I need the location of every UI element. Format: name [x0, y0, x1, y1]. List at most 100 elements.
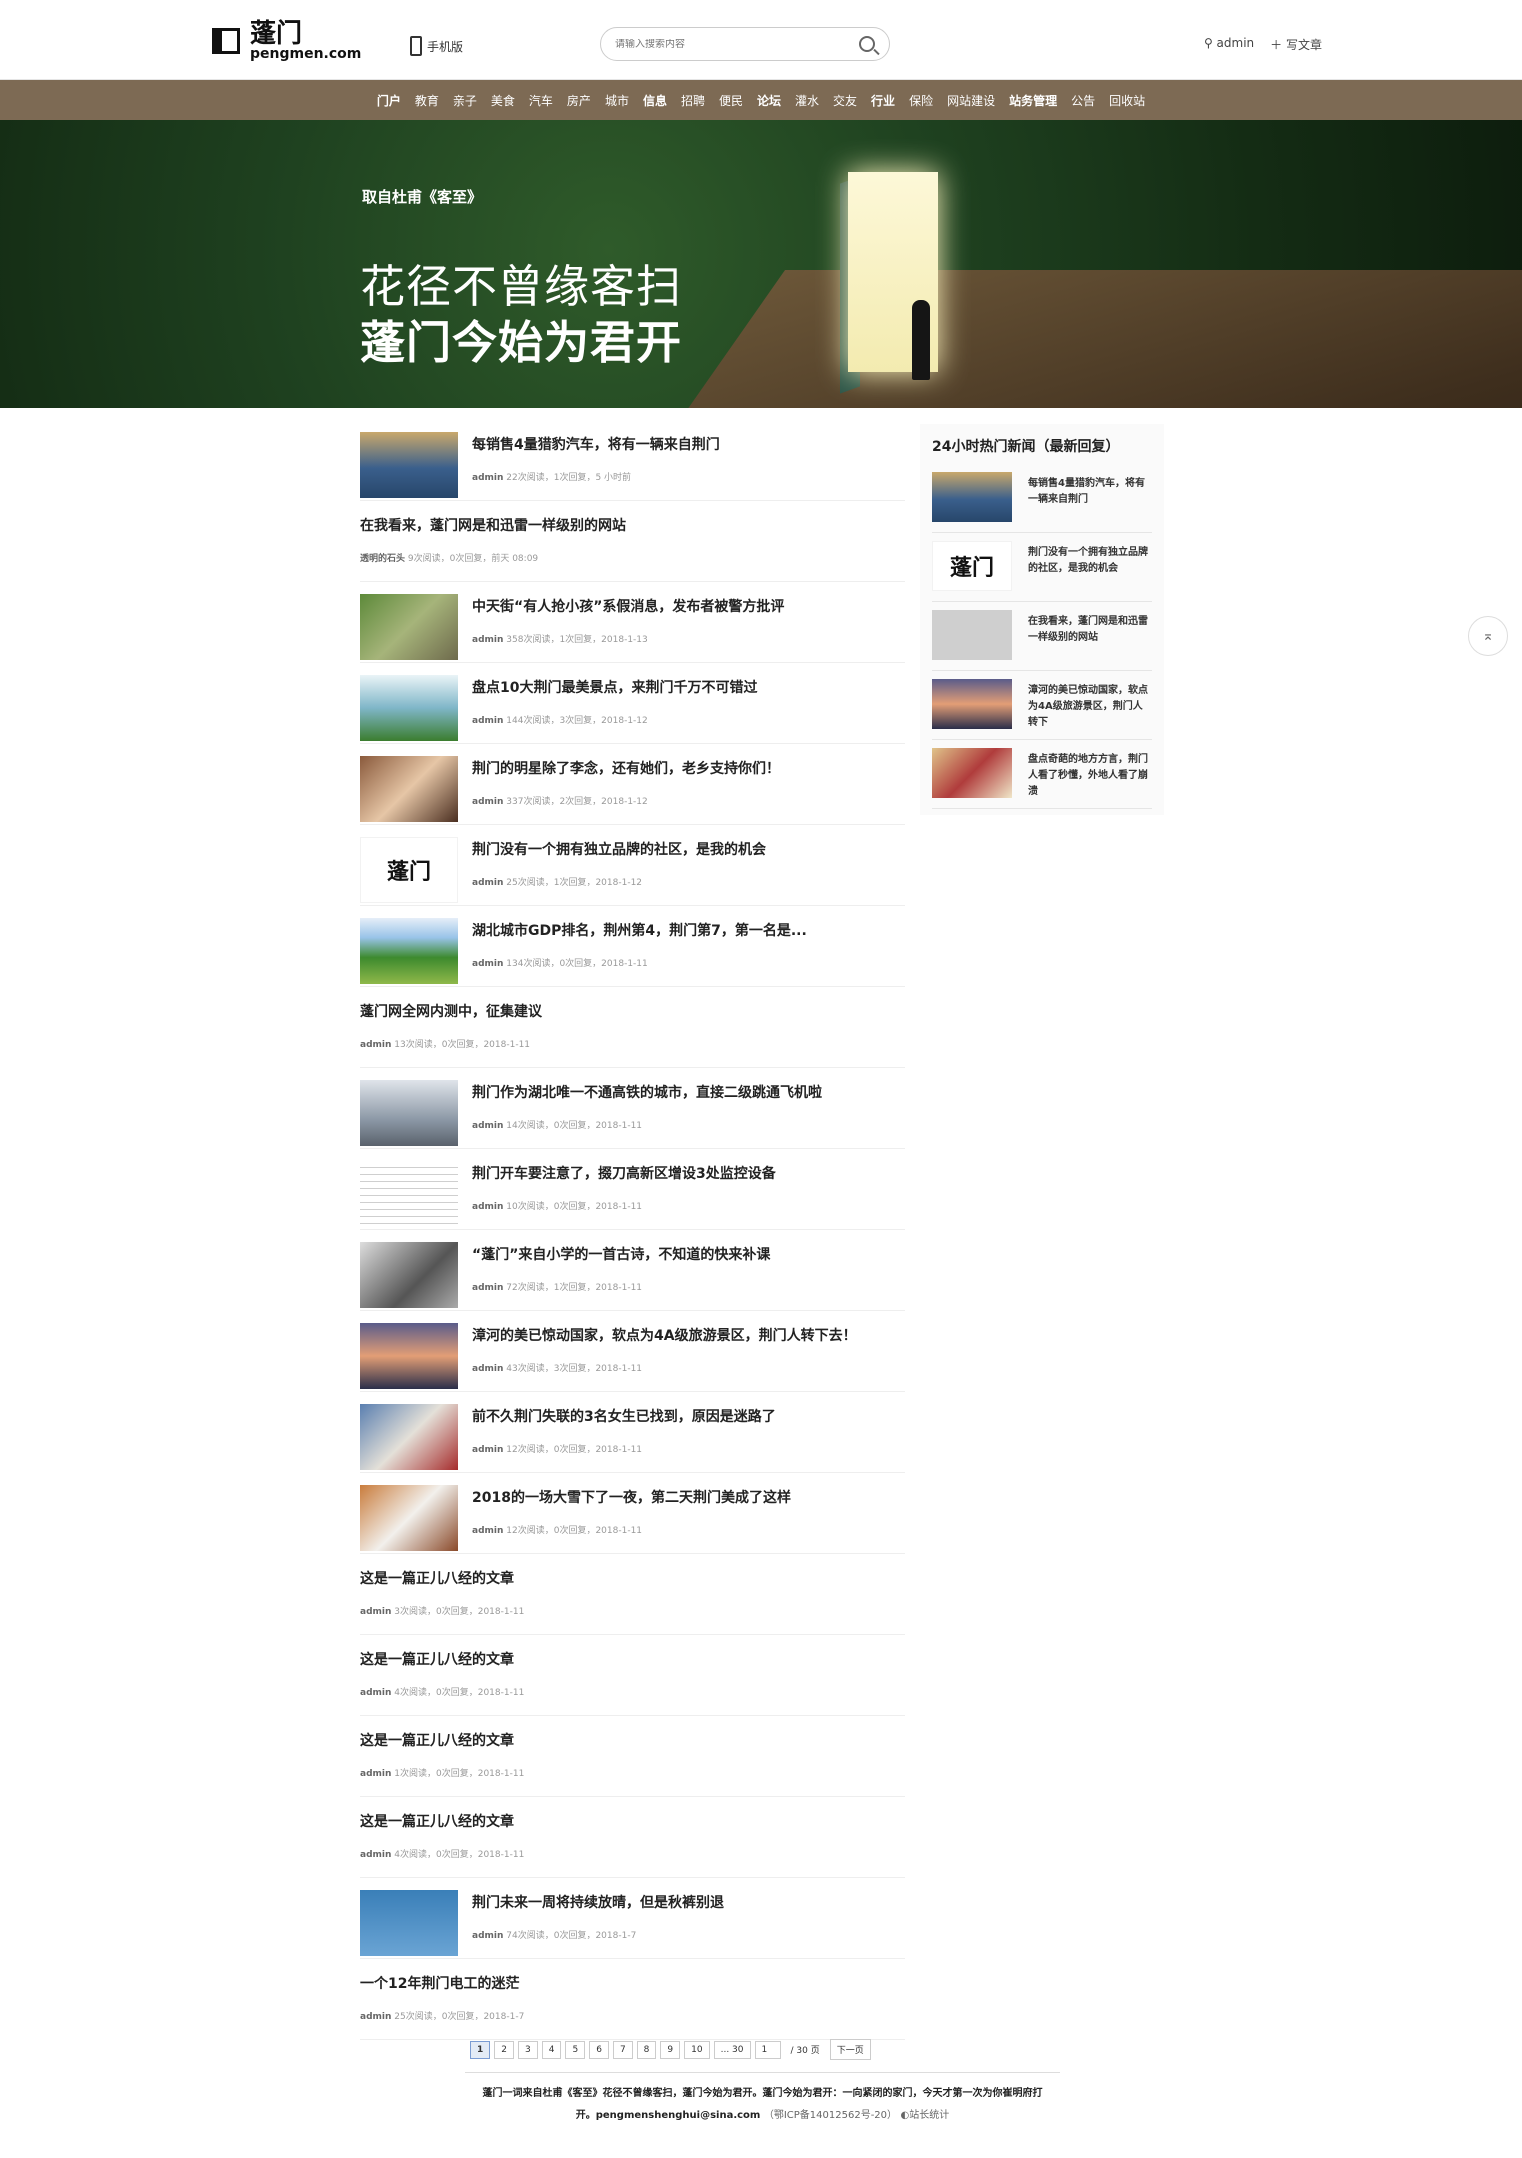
article-item[interactable]: 2018的一场大雪下了一夜，第二天荆门美成了这样 admin 12次阅读，0次回复…	[360, 1473, 905, 1554]
article-author[interactable]: admin	[472, 1283, 503, 1293]
article-item[interactable]: 前不久荆门失联的3名女生已找到，原因是迷路了 admin 12次阅读，0次回复，2…	[360, 1392, 905, 1473]
article-author[interactable]: admin	[360, 2012, 391, 2022]
nav-item[interactable]: 城市	[598, 92, 636, 109]
article-thumbnail[interactable]	[360, 1485, 458, 1551]
article-thumbnail[interactable]	[360, 1890, 458, 1956]
article-item[interactable]: 这是一篇正儿八经的文章 admin 4次阅读，0次回复，2018-1-11	[360, 1797, 905, 1878]
page-button[interactable]: ... 30	[713, 2040, 751, 2059]
article-thumbnail[interactable]	[360, 675, 458, 741]
article-title[interactable]: 2018的一场大雪下了一夜，第二天荆门美成了这样	[472, 1487, 791, 1507]
article-author[interactable]: admin	[472, 878, 503, 888]
page-button[interactable]: 7	[612, 2040, 633, 2059]
article-thumbnail[interactable]	[360, 1080, 458, 1146]
article-thumbnail[interactable]	[360, 1323, 458, 1389]
article-item[interactable]: 蓬门 荆门没有一个拥有独立品牌的社区，是我的机会 admin 25次阅读，1次回复，…	[360, 825, 905, 906]
sidebar-item-title[interactable]: 漳河的美已惊动国家，软点为4A级旅游景区，荆门人转下	[1028, 683, 1148, 731]
search-input[interactable]	[615, 38, 859, 50]
article-thumbnail[interactable]	[360, 1404, 458, 1470]
article-thumbnail[interactable]	[360, 918, 458, 984]
article-item[interactable]: 这是一篇正儿八经的文章 admin 4次阅读，0次回复，2018-1-11	[360, 1635, 905, 1716]
article-author[interactable]: admin	[360, 1688, 391, 1698]
page-button[interactable]: 10	[684, 2040, 710, 2059]
page-button[interactable]: 4	[541, 2040, 562, 2059]
icp-link[interactable]: （鄂ICP备14012562号-20）	[764, 2110, 897, 2121]
article-author[interactable]: admin	[360, 1040, 391, 1050]
article-item[interactable]: 每销售4量猎豹汽车，将有一辆来自荆门 admin 22次阅读，1次回复，5 小时前	[360, 420, 905, 501]
nav-item[interactable]: 交友	[826, 92, 864, 109]
article-item[interactable]: 盘点10大荆门最美景点，来荆门千万不可错过 admin 144次阅读，3次回复，2…	[360, 663, 905, 744]
article-title[interactable]: “蓬门”来自小学的一首古诗，不知道的快来补课	[472, 1244, 770, 1264]
nav-item[interactable]: 亲子	[446, 92, 484, 109]
article-title[interactable]: 荆门作为湖北唯一不通高铁的城市，直接二级跳通飞机啦	[472, 1082, 822, 1102]
article-item[interactable]: 荆门作为湖北唯一不通高铁的城市，直接二级跳通飞机啦 admin 14次阅读，0次回…	[360, 1068, 905, 1149]
page-input[interactable]: 1	[754, 2040, 781, 2059]
sidebar-item[interactable]: 盘点奇葩的地方方言，荆门人看了秒懂，外地人看了崩溃	[932, 740, 1152, 809]
sidebar-thumbnail[interactable]	[932, 472, 1012, 522]
sidebar-item-title[interactable]: 在我看来，蓬门网是和迅雷一样级别的网站	[1028, 614, 1148, 646]
sidebar-item[interactable]: 在我看来，蓬门网是和迅雷一样级别的网站	[932, 602, 1152, 671]
page-button[interactable]: 1	[470, 2040, 491, 2059]
nav-item[interactable]: 信息	[636, 92, 674, 109]
sidebar-thumbnail[interactable]	[932, 610, 1012, 660]
article-title[interactable]: 这是一篇正儿八经的文章	[360, 1649, 514, 1669]
article-author[interactable]: admin	[472, 716, 503, 726]
article-item[interactable]: 蓬门网全网内测中，征集建议 admin 13次阅读，0次回复，2018-1-11	[360, 987, 905, 1068]
article-item[interactable]: 漳河的美已惊动国家，软点为4A级旅游景区，荆门人转下去！ admin 43次阅读，…	[360, 1311, 905, 1392]
article-author[interactable]: admin	[472, 473, 503, 483]
article-item[interactable]: 荆门的明星除了李念，还有她们，老乡支持你们！ admin 337次阅读，2次回复，…	[360, 744, 905, 825]
article-title[interactable]: 一个12年荆门电工的迷茫	[360, 1973, 519, 1993]
nav-item[interactable]: 教育	[408, 92, 446, 109]
article-title[interactable]: 荆门没有一个拥有独立品牌的社区，是我的机会	[472, 839, 766, 859]
site-stat-link[interactable]: ◐站长统计	[901, 2110, 950, 2121]
article-thumbnail[interactable]	[360, 432, 458, 498]
page-button[interactable]: 6	[589, 2040, 609, 2059]
user-link[interactable]: ⚲ admin	[1204, 36, 1254, 53]
article-title[interactable]: 漳河的美已惊动国家，软点为4A级旅游景区，荆门人转下去！	[472, 1325, 857, 1345]
nav-item[interactable]: 公告	[1064, 92, 1102, 109]
article-item[interactable]: 湖北城市GDP排名，荆州第4，荆门第7，第一名是... admin 134次阅读，…	[360, 906, 905, 987]
page-button[interactable]: 9	[660, 2040, 681, 2059]
sidebar-thumbnail[interactable]	[932, 748, 1012, 798]
mobile-version-link[interactable]: 手机版	[410, 36, 463, 56]
article-author[interactable]: admin	[472, 959, 503, 969]
sidebar-item[interactable]: 漳河的美已惊动国家，软点为4A级旅游景区，荆门人转下	[932, 671, 1152, 740]
article-author[interactable]: admin	[472, 1445, 503, 1455]
article-item[interactable]: 在我看来，蓬门网是和迅雷一样级别的网站 透明的石头 9次阅读，0次回复，前天 08…	[360, 501, 905, 582]
article-title[interactable]: 湖北城市GDP排名，荆州第4，荆门第7，第一名是...	[472, 920, 807, 940]
nav-item[interactable]: 站务管理	[1002, 92, 1064, 109]
nav-item[interactable]: 灌水	[788, 92, 826, 109]
article-title[interactable]: 荆门的明星除了李念，还有她们，老乡支持你们！	[472, 758, 780, 778]
article-author[interactable]: admin	[472, 797, 503, 807]
article-author[interactable]: admin	[472, 1121, 503, 1131]
article-author[interactable]: admin	[472, 1202, 503, 1212]
sidebar-item[interactable]: 蓬门 荆门没有一个拥有独立品牌的社区，是我的机会	[932, 533, 1152, 602]
nav-item[interactable]: 招聘	[674, 92, 712, 109]
nav-item[interactable]: 回收站	[1102, 92, 1152, 109]
page-button[interactable]: 8	[636, 2040, 657, 2059]
article-author[interactable]: admin	[472, 635, 503, 645]
article-item[interactable]: 一个12年荆门电工的迷茫 admin 25次阅读，0次回复，2018-1-7	[360, 1959, 905, 2040]
page-button[interactable]: 2	[494, 2040, 514, 2059]
sidebar-item-title[interactable]: 盘点奇葩的地方方言，荆门人看了秒懂，外地人看了崩溃	[1028, 752, 1148, 800]
article-title[interactable]: 蓬门网全网内测中，征集建议	[360, 1001, 542, 1021]
page-button[interactable]: 5	[565, 2040, 586, 2059]
back-to-top-button[interactable]: ⌅	[1468, 616, 1508, 656]
article-title[interactable]: 每销售4量猎豹汽车，将有一辆来自荆门	[472, 434, 720, 454]
nav-item[interactable]: 汽车	[522, 92, 560, 109]
write-article-link[interactable]: ＋ 写文章	[1270, 36, 1322, 53]
article-author[interactable]: admin	[360, 1850, 391, 1860]
next-page-button[interactable]: 下一页	[829, 2039, 871, 2060]
article-author[interactable]: admin	[472, 1931, 503, 1941]
article-author[interactable]: admin	[360, 1769, 391, 1779]
search-icon[interactable]	[859, 36, 875, 52]
article-title[interactable]: 这是一篇正儿八经的文章	[360, 1568, 514, 1588]
article-title[interactable]: 荆门开车要注意了，掇刀高新区增设3处监控设备	[472, 1163, 776, 1183]
nav-item[interactable]: 保险	[902, 92, 940, 109]
nav-item[interactable]: 房产	[560, 92, 598, 109]
article-author[interactable]: 透明的石头	[360, 554, 405, 564]
article-title[interactable]: 中天街“有人抢小孩”系假消息，发布者被警方批评	[472, 596, 784, 616]
article-item[interactable]: 荆门开车要注意了，掇刀高新区增设3处监控设备 admin 10次阅读，0次回复，2…	[360, 1149, 905, 1230]
article-title[interactable]: 在我看来，蓬门网是和迅雷一样级别的网站	[360, 515, 626, 535]
nav-item[interactable]: 便民	[712, 92, 750, 109]
article-item[interactable]: 荆门未来一周将持续放晴，但是秋裤别退 admin 74次阅读，0次回复，2018-…	[360, 1878, 905, 1959]
